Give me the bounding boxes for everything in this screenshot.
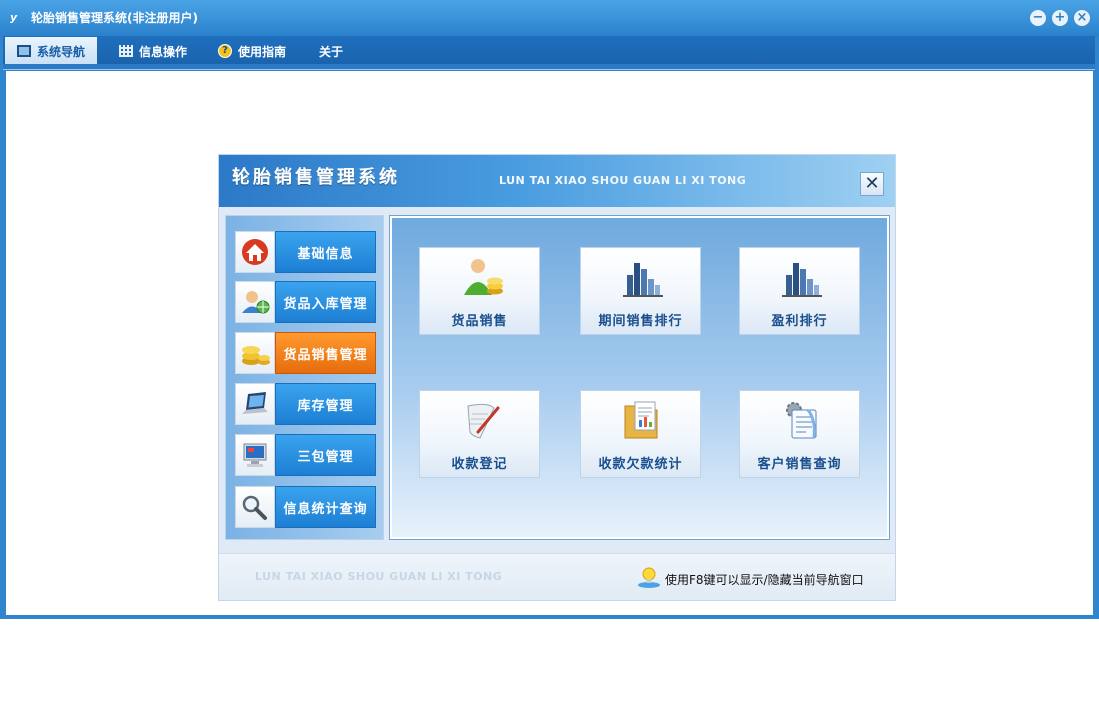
tab-system-navigation[interactable]: 系统导航 xyxy=(5,37,98,65)
side-item-statistics-query[interactable]: 信息统计查询 xyxy=(235,486,376,528)
navigation-subtitle: LUN TAI XIAO SHOU GUAN LI XI TONG xyxy=(499,174,747,187)
customer-sales-query-button[interactable]: 客户销售查询 xyxy=(739,390,860,478)
light-bulb-icon xyxy=(637,565,661,589)
screen-icon xyxy=(17,45,31,57)
side-item-goods-sales[interactable]: 货品销售管理 xyxy=(235,332,376,374)
side-item-goods-inbound[interactable]: 货品入库管理 xyxy=(235,281,376,323)
side-menu: 基础信息 货品入库管理 货品销售管理 库存管理 三包管理 信息统计查询 xyxy=(225,215,384,540)
tab-label: 使用指南 xyxy=(238,44,287,59)
users-coins-icon xyxy=(458,255,504,301)
side-item-label: 库存管理 xyxy=(275,383,376,425)
bar-chart-icon xyxy=(619,255,665,301)
navigation-header: 轮胎销售管理系统 轮胎销售管理系统 LUN TAI XIAO SHOU GUAN… xyxy=(219,155,895,207)
footer-hint: 使用F8键可以显示/隐藏当前导航窗口 xyxy=(665,573,864,587)
side-item-label: 基础信息 xyxy=(275,231,376,273)
function-label: 盈利排行 xyxy=(771,314,828,329)
tab-label: 关于 xyxy=(319,44,344,59)
function-label: 收款欠款统计 xyxy=(598,457,683,472)
folder-report-icon xyxy=(619,398,665,444)
restore-button[interactable]: + xyxy=(1052,10,1068,26)
laptop-icon xyxy=(235,383,275,425)
tab-label: 系统导航 xyxy=(37,44,86,59)
function-area: 货品销售 期间销售排行 盈利排行 收款登记 收款欠款统计 客户销售查询 xyxy=(390,216,889,539)
function-label: 收款登记 xyxy=(451,457,508,472)
goods-sales-button[interactable]: 货品销售 xyxy=(419,247,540,335)
side-item-label: 货品销售管理 xyxy=(275,332,376,374)
period-sales-ranking-button[interactable]: 期间销售排行 xyxy=(580,247,701,335)
function-label: 货品销售 xyxy=(451,314,508,329)
side-item-label: 货品入库管理 xyxy=(275,281,376,323)
bar-chart-icon xyxy=(778,255,824,301)
coins-icon xyxy=(235,332,275,374)
menu-bar: 系统导航 信息操作 ? 使用指南 关于 xyxy=(3,36,1095,65)
minimize-button[interactable]: − xyxy=(1030,10,1046,26)
profit-ranking-button[interactable]: 盈利排行 xyxy=(739,247,860,335)
user-network-icon xyxy=(235,281,275,323)
navigation-title-reflection: 轮胎销售管理系统 xyxy=(232,170,400,182)
side-item-label: 信息统计查询 xyxy=(275,486,376,528)
title-bar[interactable]: y 轮胎销售管理系统(非注册用户) − + × xyxy=(0,0,1099,36)
magnifier-icon xyxy=(235,486,275,528)
tab-info-operation[interactable]: 信息操作 xyxy=(107,37,199,65)
navigation-close-button[interactable]: ✕ xyxy=(860,172,884,196)
side-item-inventory[interactable]: 库存管理 xyxy=(235,383,376,425)
scroll-pen-icon xyxy=(458,398,504,444)
tab-about[interactable]: 关于 xyxy=(307,37,355,65)
function-label: 期间销售排行 xyxy=(598,314,683,329)
computer-icon xyxy=(235,434,275,476)
close-button[interactable]: × xyxy=(1074,10,1090,26)
side-item-warranty[interactable]: 三包管理 xyxy=(235,434,376,476)
side-item-basic-info[interactable]: 基础信息 xyxy=(235,231,376,273)
tab-label: 信息操作 xyxy=(139,44,188,59)
window-title: 轮胎销售管理系统(非注册用户) xyxy=(31,11,198,25)
tab-user-guide[interactable]: ? 使用指南 xyxy=(206,37,298,65)
home-icon xyxy=(235,231,275,273)
navigation-window: 轮胎销售管理系统 轮胎销售管理系统 LUN TAI XIAO SHOU GUAN… xyxy=(218,154,896,601)
document-gear-icon xyxy=(778,398,824,444)
navigation-footer: LUN TAI XIAO SHOU GUAN LI XI TONG 使用F8键可… xyxy=(219,553,895,600)
payment-registration-button[interactable]: 收款登记 xyxy=(419,390,540,478)
grid-icon xyxy=(119,45,133,57)
help-icon: ? xyxy=(218,44,232,58)
footer-watermark: LUN TAI XIAO SHOU GUAN LI XI TONG xyxy=(255,570,503,583)
app-logo-icon: y xyxy=(10,11,18,24)
payment-arrears-statistics-button[interactable]: 收款欠款统计 xyxy=(580,390,701,478)
menu-divider xyxy=(3,64,1095,70)
function-label: 客户销售查询 xyxy=(757,457,842,472)
side-item-label: 三包管理 xyxy=(275,434,376,476)
